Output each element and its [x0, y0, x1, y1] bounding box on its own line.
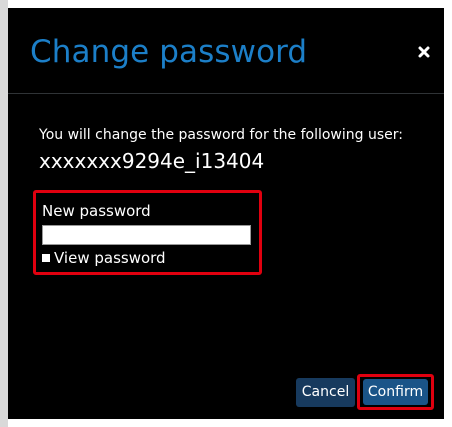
close-icon — [418, 46, 430, 58]
confirm-button[interactable]: Confirm — [363, 379, 428, 405]
dialog-header: Change password — [8, 8, 444, 94]
intro-text: You will change the password for the fol… — [39, 127, 403, 143]
target-username: xxxxxxx9294e_i13404 — [39, 149, 265, 173]
cancel-button[interactable]: Cancel — [296, 378, 355, 407]
close-button[interactable] — [416, 44, 432, 60]
view-password-row[interactable]: View password — [42, 249, 166, 267]
new-password-group: New password View password — [33, 190, 262, 275]
dialog-body: You will change the password for the fol… — [8, 94, 444, 374]
screenshot-frame: Change password You will change the pass… — [0, 0, 452, 427]
dialog-title: Change password — [30, 34, 308, 70]
change-password-dialog: Change password You will change the pass… — [8, 8, 444, 419]
new-password-input[interactable] — [42, 225, 251, 245]
new-password-label: New password — [42, 202, 151, 220]
view-password-checkbox[interactable] — [42, 254, 50, 262]
view-password-label[interactable]: View password — [54, 249, 166, 267]
page-background-edge — [0, 0, 8, 427]
